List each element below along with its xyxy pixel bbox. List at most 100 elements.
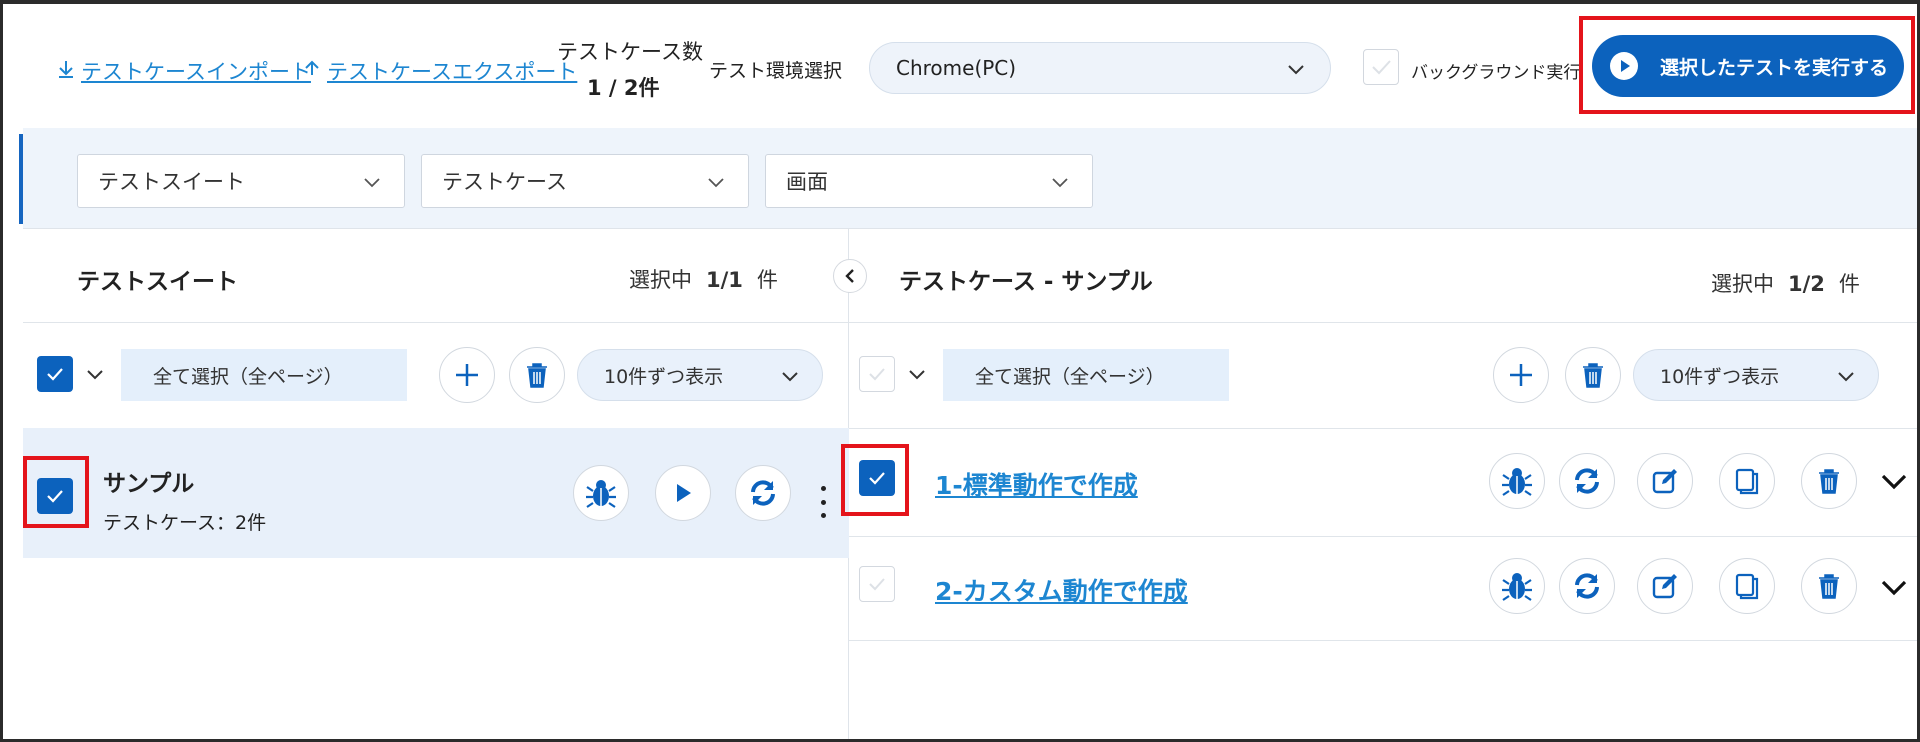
chevron-down-icon bbox=[1881, 474, 1907, 490]
trash-icon bbox=[527, 363, 547, 388]
suite-filter-value: テストスイート bbox=[98, 170, 245, 194]
suite-panel-title: テストスイート bbox=[77, 269, 238, 295]
suite-filter[interactable]: テストスイート bbox=[77, 154, 405, 208]
suite-per-page-value: 10件ずつ表示 bbox=[604, 365, 724, 388]
screen-filter-value: 画面 bbox=[786, 170, 828, 194]
check-icon bbox=[1372, 60, 1391, 75]
import-link-label: テストケースインポート bbox=[81, 60, 311, 84]
chevron-down-icon bbox=[1881, 580, 1907, 596]
screen-filter[interactable]: 画面 bbox=[765, 154, 1093, 208]
case-filter-value: テストケース bbox=[442, 170, 567, 194]
case-selected-suffix: 件 bbox=[1838, 272, 1860, 296]
chevron-down-icon bbox=[1050, 172, 1070, 197]
delete-suite-button[interactable] bbox=[509, 347, 565, 403]
suite-row-count: テストケース：2件 bbox=[103, 512, 267, 534]
bug-icon bbox=[1502, 468, 1532, 496]
expand-row-button[interactable] bbox=[1879, 466, 1909, 500]
import-link[interactable]: テストケースインポート bbox=[57, 56, 311, 86]
chevron-down-icon bbox=[1836, 366, 1856, 391]
top-toolbar: テストケースインポート テストケースエクスポート テストケース数 1 / 2件 … bbox=[3, 4, 1917, 128]
case-edit-button[interactable] bbox=[1637, 558, 1693, 614]
background-run-checkbox[interactable] bbox=[1363, 49, 1399, 85]
suite-select-all-checkbox[interactable] bbox=[37, 356, 73, 392]
case-per-page-value: 10件ずつ表示 bbox=[1660, 365, 1780, 388]
case-link[interactable]: 1-標準動作で作成 bbox=[935, 466, 1138, 502]
filter-bar: テストスイート テストケース 画面 bbox=[23, 128, 1917, 228]
edit-icon bbox=[1652, 469, 1677, 494]
copy-icon bbox=[1735, 573, 1759, 600]
case-filter[interactable]: テストケース bbox=[421, 154, 749, 208]
check-icon bbox=[869, 472, 885, 485]
suite-row-name: サンプル bbox=[103, 471, 195, 497]
kebab-icon bbox=[820, 486, 826, 491]
upload-icon bbox=[303, 59, 321, 84]
chevron-down-icon[interactable] bbox=[85, 364, 105, 388]
add-case-button[interactable] bbox=[1493, 347, 1549, 403]
chevron-down-icon bbox=[1286, 59, 1306, 84]
case-row-checkbox[interactable] bbox=[859, 566, 895, 602]
collapse-panel-button[interactable] bbox=[833, 259, 867, 293]
env-select[interactable]: Chrome(PC) bbox=[869, 42, 1331, 94]
suite-sync-button[interactable] bbox=[735, 465, 791, 521]
suite-selected-info: 選択中 1/1 件 bbox=[629, 264, 778, 294]
case-select-all-checkbox[interactable] bbox=[859, 356, 895, 392]
refresh-icon bbox=[1575, 468, 1599, 494]
divider bbox=[849, 536, 1917, 537]
case-selected-count: 1/2 bbox=[1788, 272, 1825, 296]
case-debug-button[interactable] bbox=[1489, 453, 1545, 509]
suite-per-page-select[interactable]: 10件ずつ表示 bbox=[577, 349, 823, 401]
suite-select-all-button[interactable]: 全て選択（全ページ） bbox=[121, 349, 407, 401]
case-copy-button[interactable] bbox=[1719, 558, 1775, 614]
expand-row-button[interactable] bbox=[1879, 572, 1909, 606]
suite-selected-count: 1/1 bbox=[706, 268, 743, 292]
bug-icon bbox=[1502, 573, 1532, 601]
case-debug-button[interactable] bbox=[1489, 558, 1545, 614]
export-link[interactable]: テストケースエクスポート bbox=[303, 56, 577, 86]
env-select-value: Chrome(PC) bbox=[896, 56, 1017, 80]
case-sync-button[interactable] bbox=[1559, 453, 1615, 509]
trash-icon bbox=[1819, 574, 1839, 599]
divider bbox=[849, 322, 1917, 323]
refresh-icon bbox=[751, 480, 775, 506]
suite-debug-button[interactable] bbox=[573, 465, 629, 521]
case-select-all-button[interactable]: 全て選択（全ページ） bbox=[943, 349, 1229, 401]
download-icon bbox=[57, 59, 75, 84]
edit-icon bbox=[1652, 574, 1677, 599]
case-edit-button[interactable] bbox=[1637, 453, 1693, 509]
suite-run-button[interactable] bbox=[655, 465, 711, 521]
divider bbox=[849, 640, 1917, 641]
case-delete-button[interactable] bbox=[1801, 453, 1857, 509]
suite-selected-suffix: 件 bbox=[756, 268, 778, 292]
app-frame: テストケースインポート テストケースエクスポート テストケース数 1 / 2件 … bbox=[0, 0, 1920, 742]
bug-icon bbox=[586, 480, 616, 508]
case-row-checkbox[interactable] bbox=[859, 460, 895, 496]
copy-icon bbox=[1735, 468, 1759, 495]
case-link[interactable]: 2-カスタム動作で作成 bbox=[935, 572, 1188, 608]
case-copy-button[interactable] bbox=[1719, 453, 1775, 509]
check-icon bbox=[47, 490, 63, 503]
suite-more-menu[interactable] bbox=[813, 482, 833, 522]
chevron-down-icon bbox=[780, 366, 800, 391]
testcase-count-value: 1 / 2件 bbox=[587, 76, 660, 100]
chevron-down-icon bbox=[362, 172, 382, 197]
divider bbox=[849, 428, 1917, 429]
chevron-down-icon[interactable] bbox=[907, 364, 927, 388]
export-link-label: テストケースエクスポート bbox=[327, 60, 578, 84]
case-sync-button[interactable] bbox=[1559, 558, 1615, 614]
trash-icon bbox=[1819, 469, 1839, 494]
env-select-label: テスト環境選択 bbox=[709, 60, 843, 82]
chevron-left-icon bbox=[845, 269, 854, 283]
play-icon bbox=[677, 484, 691, 502]
run-button-highlight bbox=[1579, 16, 1915, 114]
testcase-count-label: テストケース数 bbox=[557, 40, 703, 64]
case-per-page-select[interactable]: 10件ずつ表示 bbox=[1633, 349, 1879, 401]
suite-row-checkbox[interactable] bbox=[37, 478, 73, 514]
delete-case-button[interactable] bbox=[1565, 347, 1621, 403]
check-icon bbox=[47, 368, 63, 381]
case-delete-button[interactable] bbox=[1801, 558, 1857, 614]
plus-icon bbox=[1510, 364, 1532, 386]
add-suite-button[interactable] bbox=[439, 347, 495, 403]
check-icon bbox=[869, 578, 885, 591]
case-panel-title: テストケース - サンプル bbox=[899, 269, 1153, 295]
divider bbox=[23, 322, 849, 323]
